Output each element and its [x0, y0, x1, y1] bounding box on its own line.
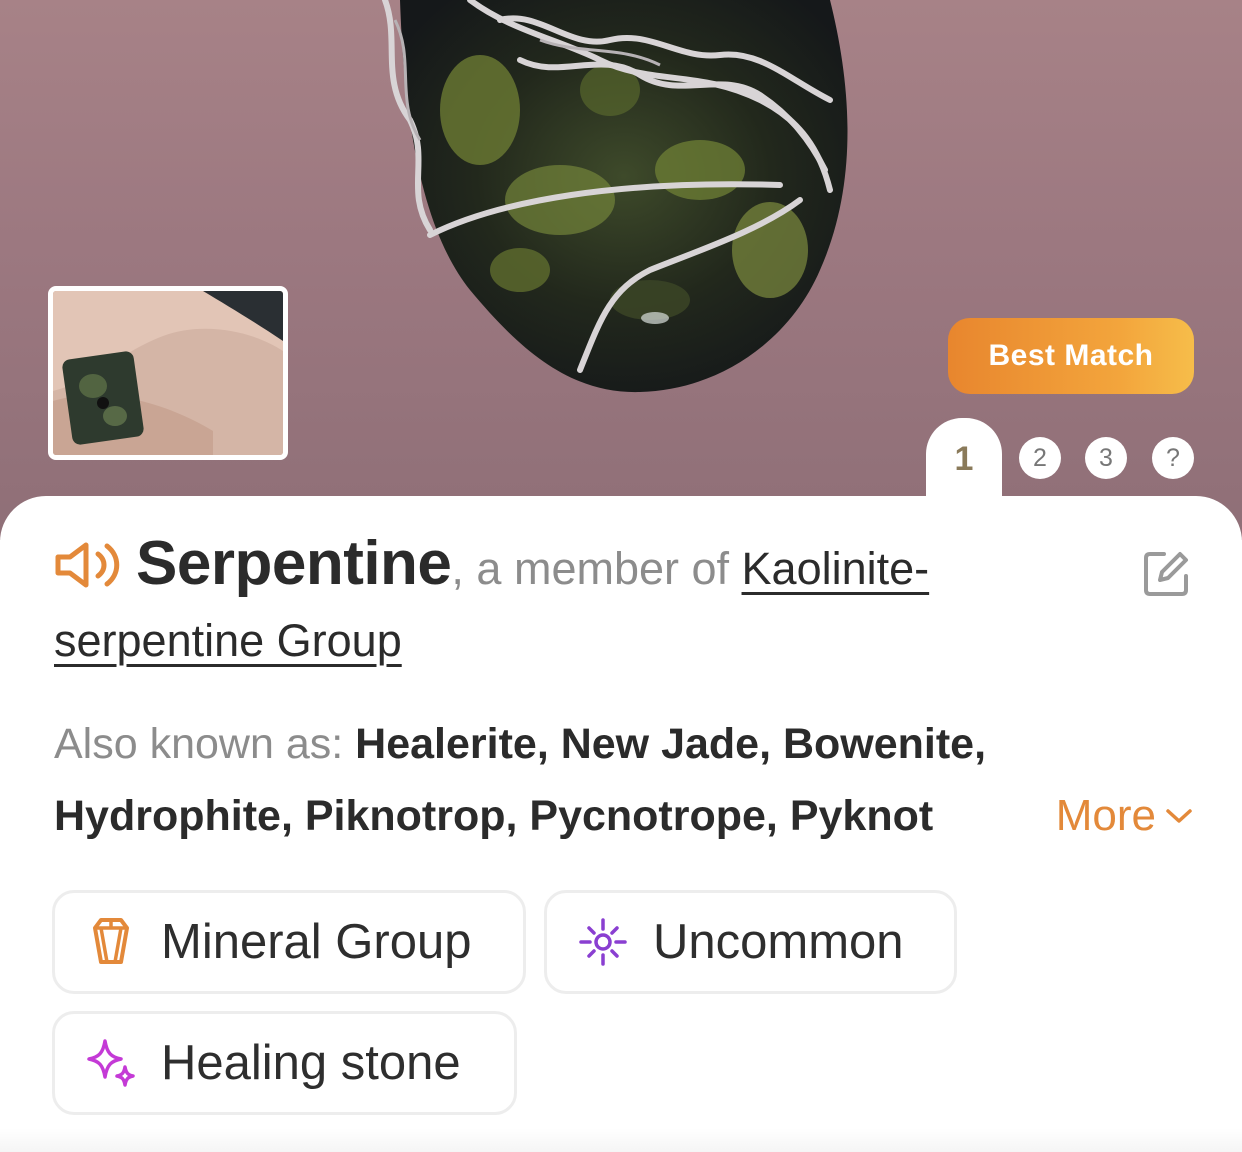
best-match-badge: Best Match: [948, 318, 1194, 394]
bottom-fade: [0, 1128, 1242, 1152]
rank-tab-2[interactable]: 2: [1019, 437, 1061, 479]
tag-mineral-group[interactable]: Mineral Group: [52, 890, 526, 994]
more-button[interactable]: More: [984, 780, 1194, 852]
also-known-as-names-continued: Hydrophite, Piknotrop, Pycnotrope, Pykno…: [54, 792, 934, 840]
user-photo-thumbnail[interactable]: [48, 286, 288, 460]
tag-label: Uncommon: [653, 915, 904, 969]
tag-uncommon[interactable]: Uncommon: [544, 890, 957, 994]
more-label: More: [1055, 791, 1156, 840]
tag-healing-stone[interactable]: Healing stone: [52, 1011, 517, 1115]
mineral-name: Serpentine: [136, 529, 452, 598]
also-known-as-names: Healerite, New Jade, Bowenite,: [355, 720, 987, 768]
tag-label: Healing stone: [161, 1036, 461, 1090]
rank-tab-unknown[interactable]: ?: [1152, 437, 1194, 479]
crystal-icon: [85, 916, 137, 968]
edit-icon[interactable]: [1140, 548, 1192, 600]
chevron-down-icon: [1166, 809, 1192, 823]
thumbnail-image: [53, 291, 283, 455]
result-title: Serpentine, a member of Kaolinite-serpen…: [54, 528, 1124, 677]
tag-label: Mineral Group: [161, 915, 472, 969]
speaker-icon[interactable]: [54, 539, 122, 589]
also-known-as-label: Also known as:: [54, 720, 356, 768]
sparkles-icon: [85, 1037, 137, 1089]
rank-tab-3[interactable]: 3: [1085, 437, 1127, 479]
sparkle-burst-icon: [577, 916, 629, 968]
member-of-text: , a member of: [451, 543, 742, 594]
also-known-as: Also known as: Healerite, New Jade, Bowe…: [54, 708, 1194, 852]
